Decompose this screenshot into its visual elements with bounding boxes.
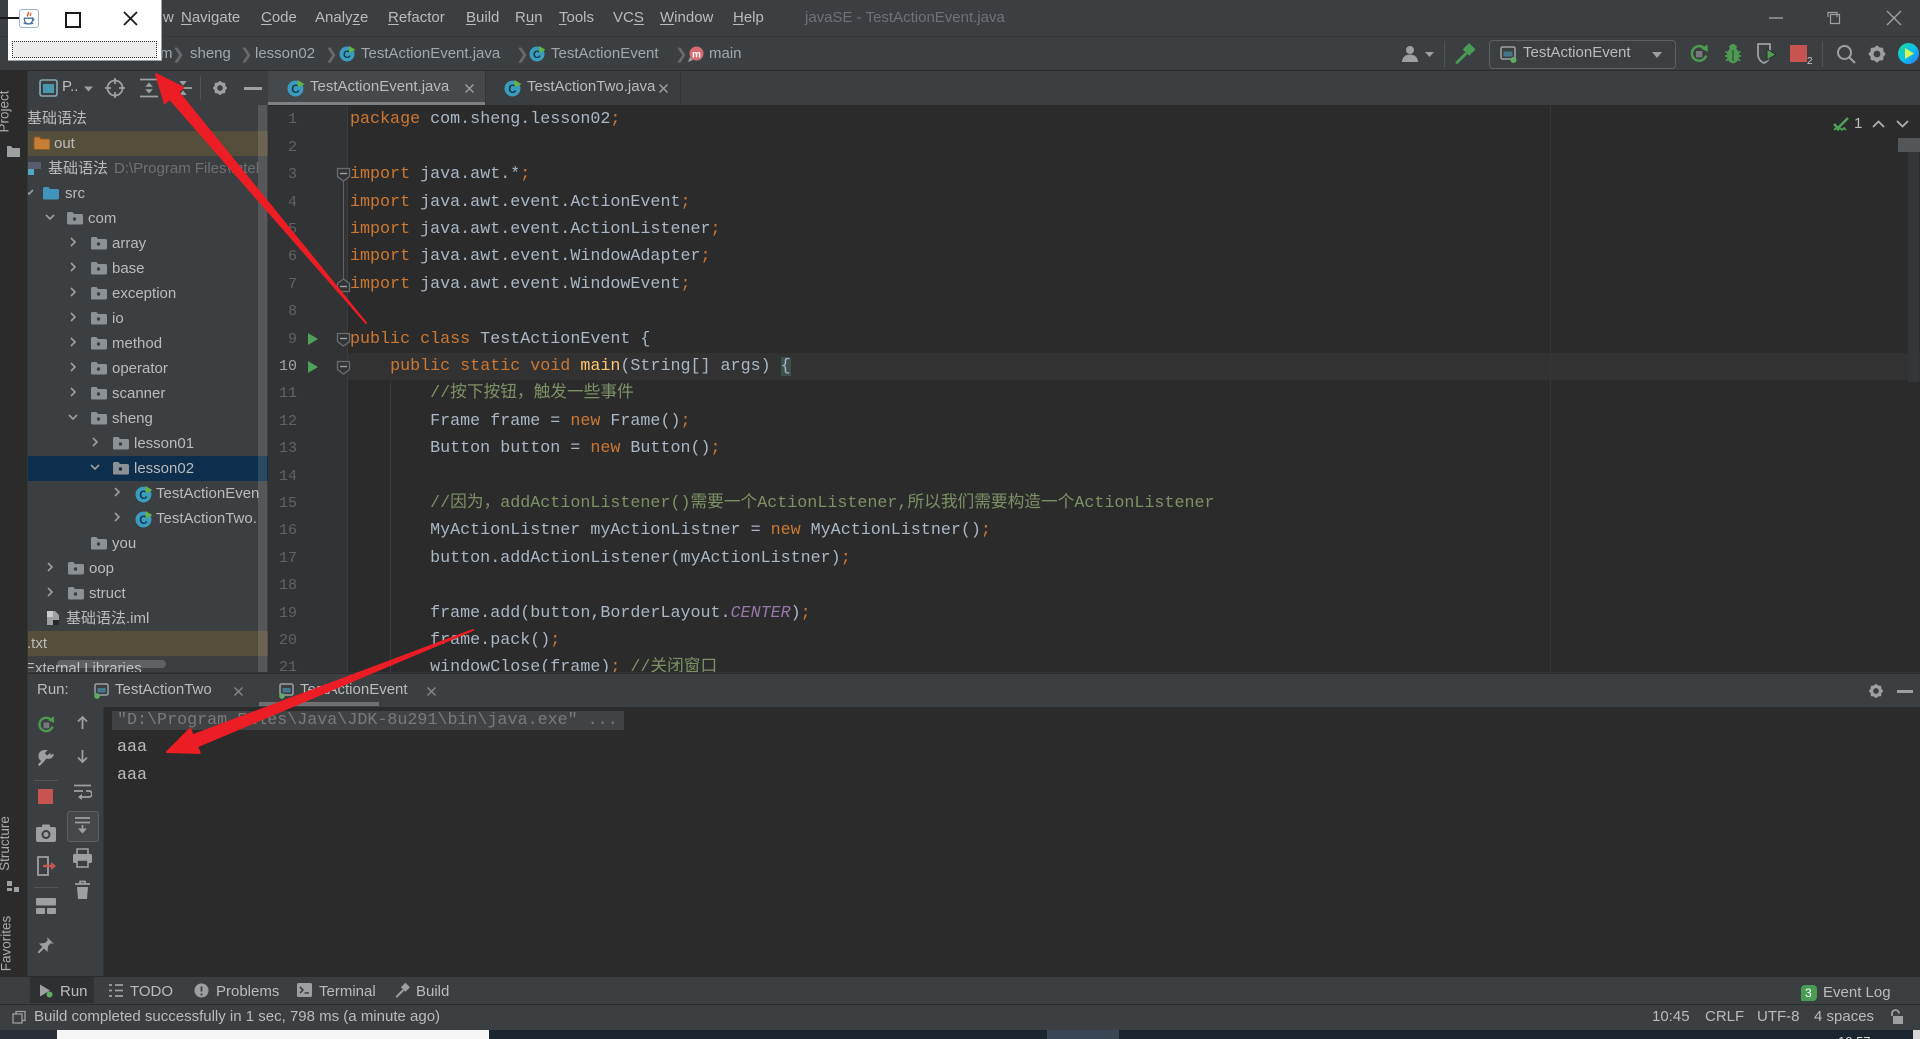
svg-text:m: m	[692, 50, 701, 61]
